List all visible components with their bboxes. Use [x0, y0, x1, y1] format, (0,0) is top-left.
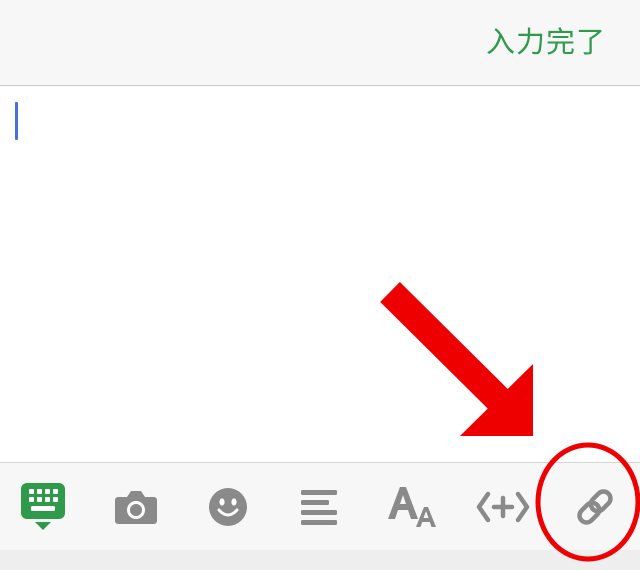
- keyboard-button[interactable]: [13, 481, 73, 533]
- camera-icon: [115, 491, 157, 524]
- formatting-toolbar: [0, 462, 640, 551]
- insert-code-button[interactable]: [473, 481, 533, 533]
- emoji-button[interactable]: [198, 481, 258, 533]
- keyboard-icon: [21, 483, 65, 530]
- font-size-button[interactable]: [381, 481, 441, 533]
- text-caret: [15, 102, 18, 140]
- link-icon: [577, 489, 613, 525]
- emoji-icon: [209, 488, 247, 526]
- editor-header: 入力完了: [0, 0, 640, 86]
- align-button[interactable]: [289, 481, 349, 533]
- link-button[interactable]: [565, 481, 625, 533]
- align-icon: [301, 490, 337, 525]
- camera-button[interactable]: [106, 481, 166, 533]
- insert-code-icon: [476, 491, 530, 523]
- done-button[interactable]: 入力完了: [486, 22, 606, 62]
- bottom-strip: [0, 550, 640, 570]
- text-editor-area[interactable]: [0, 86, 640, 462]
- font-size-icon: [388, 487, 436, 527]
